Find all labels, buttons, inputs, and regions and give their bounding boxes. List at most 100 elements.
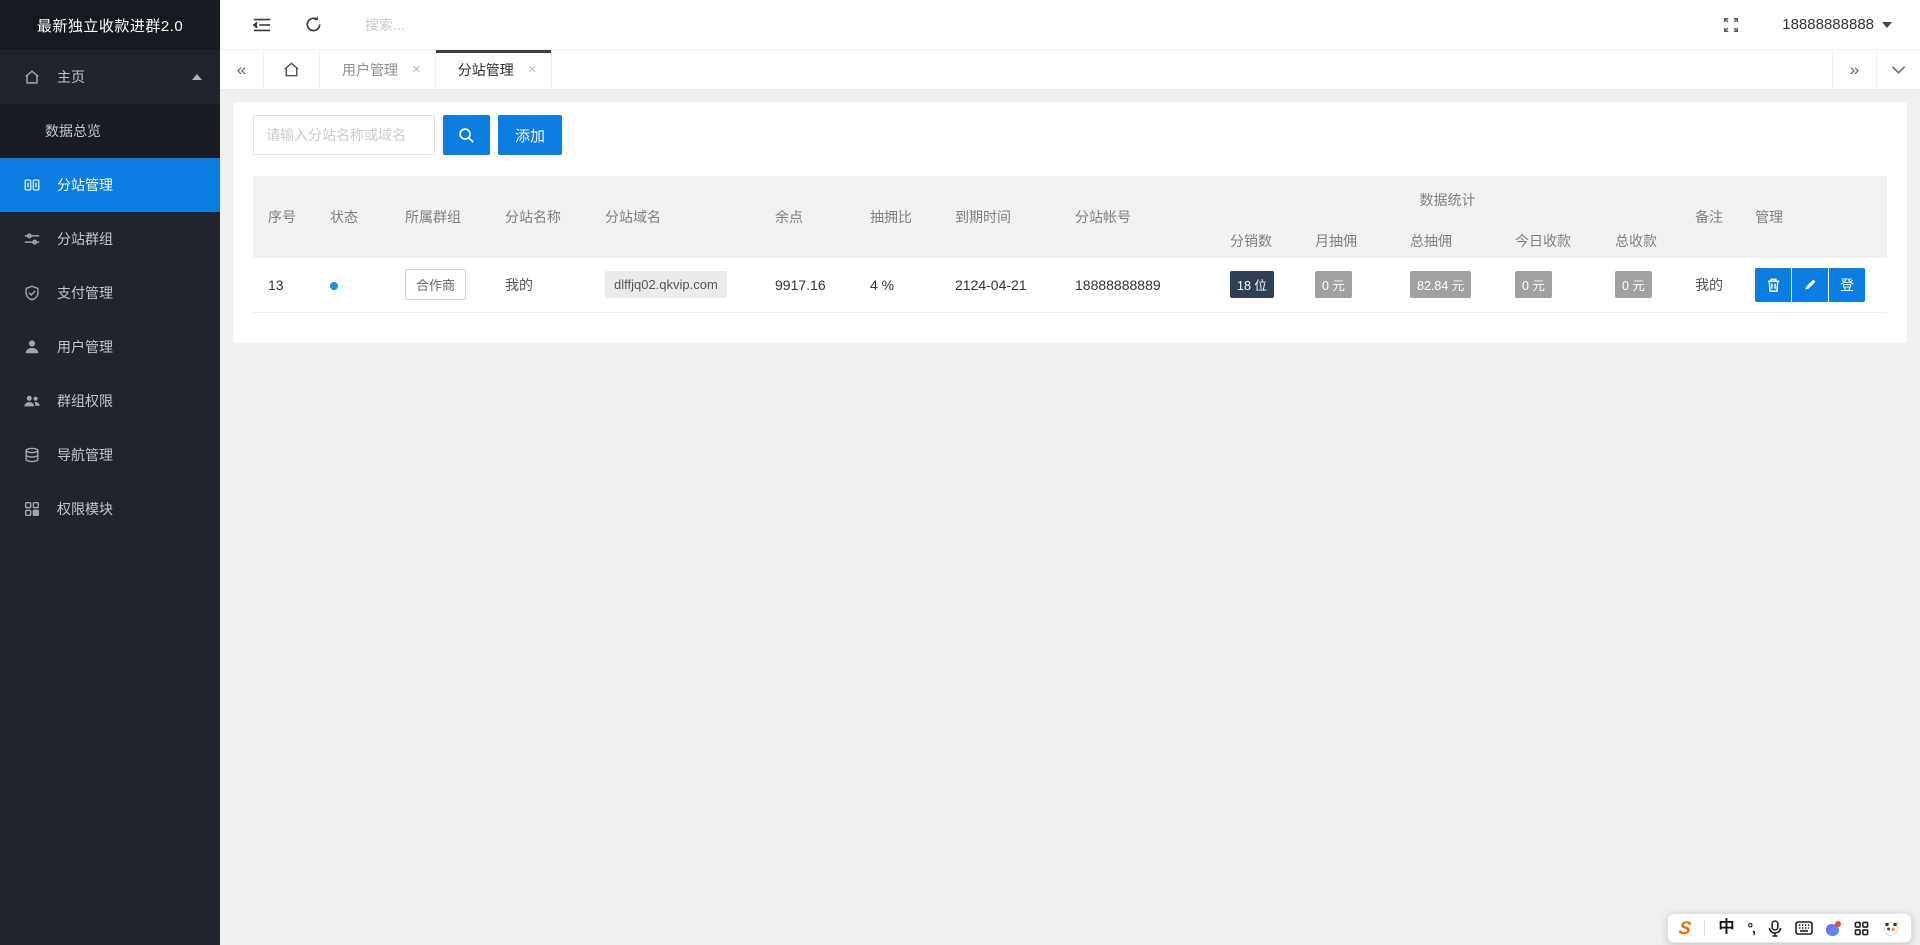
row-action-group: 登 [1755,267,1866,302]
sogou-logo-icon[interactable]: S [1678,918,1693,938]
site-filter-input[interactable] [253,115,435,155]
tabs-scroll-right-button[interactable]: » [1832,50,1876,89]
col-status: 状态 [315,176,390,258]
sidebar-item-home[interactable]: 主页 [0,50,220,104]
refresh-icon[interactable] [304,15,323,34]
cell-commission-rate: 4 % [855,258,940,313]
paw-icon[interactable] [1826,920,1841,936]
total-income-badge: 0 元 [1615,271,1652,299]
tab-label: 分站管理 [457,61,514,78]
col-commission-rate: 抽拥比 [855,176,940,258]
language-mode-icon[interactable]: 中 [1718,920,1734,936]
filter-toolbar: 添加 [253,115,1887,155]
app-title: 最新独立收款进群2.0 [0,0,220,50]
col-account: 分站帐号 [1060,176,1215,258]
cell-account: 18888888889 [1060,258,1215,313]
table-row: 13 合作商 我的 dlffjq02.qkvip.com 9917.16 4 %… [253,258,1887,313]
sidebar-item-permission-modules[interactable]: 权限模块 [0,482,220,536]
add-button[interactable]: 添加 [498,115,562,155]
ime-toolbar: S 中 °, [1667,913,1912,943]
username: 18888888888 [1782,16,1874,33]
login-button[interactable]: 登 [1829,267,1866,302]
pencil-icon [1804,279,1816,290]
mascot-icon[interactable] [1882,919,1900,937]
search-button[interactable] [443,115,490,155]
cell-distributors: 18 位 [1215,258,1300,313]
shield-check-icon [22,284,42,302]
col-remark: 备注 [1680,176,1741,258]
col-expire-date: 到期时间 [940,176,1060,258]
status-dot [330,281,338,290]
caret-up-icon [192,74,202,80]
divider [1704,920,1706,936]
collapse-sidebar-icon[interactable] [252,16,272,34]
sidebar-item-label: 主页 [57,69,85,85]
cell-total-income: 0 元 [1600,258,1681,313]
sidebar-item-label: 分站群组 [57,231,113,247]
cell-remark: 我的 [1680,258,1741,313]
site-management-panel: 添加 序号 状态 所属群组 分站名称 分站域名 余点 [233,102,1907,343]
punctuation-mode-icon[interactable]: °, [1748,921,1756,935]
col-domain: 分站域名 [590,176,760,258]
home-icon [22,68,42,86]
apps-grid-icon[interactable] [1854,921,1869,936]
col-group-statistics: 数据统计 [1215,176,1681,224]
trash-icon [1767,278,1779,292]
home-icon [284,62,299,77]
microphone-icon[interactable] [1768,919,1782,937]
sidebar-item-label: 用户管理 [57,339,113,355]
columns-icon [22,176,42,194]
sidebar-item-payment-management[interactable]: 支付管理 [0,266,220,320]
content-area: 添加 序号 状态 所属群组 分站名称 分站域名 余点 [220,90,1920,945]
sidebar-item-label: 支付管理 [57,285,113,301]
tab-user-management[interactable]: 用户管理 × [320,50,436,89]
close-icon[interactable]: × [528,61,537,78]
cell-total-commission: 82.84 元 [1395,258,1500,313]
cell-month-commission: 0 元 [1300,258,1395,313]
tab-site-management[interactable]: 分站管理 × [435,50,552,89]
sidebar-item-navigation-management[interactable]: 导航管理 [0,428,220,482]
cell-domain: dlffjq02.qkvip.com [590,258,760,313]
user-menu[interactable]: 18888888888 [1782,16,1892,33]
topbar-right: 18888888888 [1722,16,1920,34]
group-tag: 合作商 [405,269,467,301]
domain-tag[interactable]: dlffjq02.qkvip.com [605,271,727,299]
sidebar-item-label: 数据总览 [45,123,101,139]
col-total-commission: 总抽佣 [1395,224,1500,258]
cell-status [315,258,390,313]
paw-dot [1835,920,1841,927]
month-commission-badge: 0 元 [1315,271,1352,299]
tabbar-spacer [552,50,1832,89]
users-icon [22,392,42,410]
tab-label: 用户管理 [342,61,398,78]
cell-actions: 登 [1740,258,1887,313]
fullscreen-icon[interactable] [1722,16,1740,34]
col-today-income: 今日收款 [1500,224,1600,258]
tabs-menu-button[interactable] [1876,50,1920,89]
col-seq: 序号 [253,176,315,258]
tabs-scroll-left-button[interactable]: « [220,50,264,89]
close-icon[interactable]: × [412,61,421,78]
sidebar-item-group-permissions[interactable]: 群组权限 [0,374,220,428]
sidebar-item-label: 群组权限 [57,393,113,409]
col-total-income: 总收款 [1600,224,1681,258]
cell-seq: 13 [253,258,315,313]
sidebar-item-data-overview[interactable]: 数据总览 [0,104,220,158]
table-header: 序号 状态 所属群组 分站名称 分站域名 余点 抽拥比 到期时间 分站帐号 数据… [253,176,1887,258]
col-group: 所属群组 [390,176,490,258]
tab-home-button[interactable] [264,50,320,89]
global-search-input[interactable] [365,16,785,33]
edit-button[interactable] [1792,267,1829,302]
sidebar-submenu: 数据总览 [0,104,220,158]
sidebar-item-site-groups[interactable]: 分站群组 [0,212,220,266]
sidebar-item-label: 导航管理 [57,447,113,463]
delete-button[interactable] [1755,267,1792,302]
sidebar-item-user-management[interactable]: 用户管理 [0,320,220,374]
keyboard-icon[interactable] [1795,921,1813,935]
main-area: 18888888888 « 用户管理 × 分站管理 × » [220,0,1920,945]
user-icon [22,338,42,356]
sidebar: 最新独立收款进群2.0 主页 数据总览 分站管理 分站群组 支付管理 用户管理 … [0,0,220,945]
sidebar-item-site-management[interactable]: 分站管理 [0,158,220,212]
archive-icon [22,446,42,464]
cell-expire-date: 2124-04-21 [940,258,1060,313]
